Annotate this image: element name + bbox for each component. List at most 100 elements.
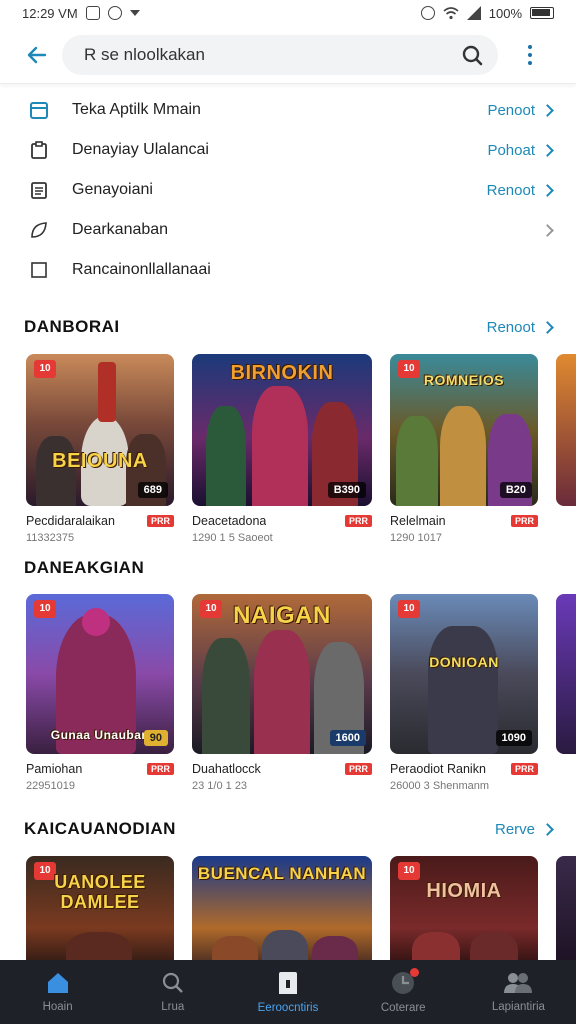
category-item[interactable]: Dearkanaban [0,210,576,250]
game-card[interactable]: 10 Gunaa Unauban 90 Pamiohan PRR 2295101… [26,594,174,792]
game-thumbnail[interactable]: 10 DONIOAN 1090 [390,594,538,754]
category-label: Genayoiani [72,181,153,198]
game-card[interactable]: 10 ROMNEIOS B20 Relelmain PRR 1290 1017 [390,354,538,544]
category-item[interactable]: Denayiay Ulalancai Pohoat [0,130,576,170]
signal-icon [466,6,481,20]
nav-label: Lapiantiria [491,1001,545,1013]
game-thumbnail[interactable]: BIRNOKIN B390 [192,354,372,506]
game-tag: PRR [344,515,372,527]
game-card-peek[interactable] [556,354,576,506]
bottom-navigation: Hoain Lrua Eeroocntiris Coterare Lapiant… [0,960,576,1024]
search-bar[interactable] [62,34,498,75]
nav-item-search[interactable]: Lrua [115,960,230,1024]
alarm-icon [420,6,435,20]
game-thumbnail[interactable] [556,594,576,754]
game-card[interactable]: 10 HIOMIA [390,856,538,960]
overflow-menu-button[interactable] [510,35,550,75]
section-more-link[interactable]: Rerve [495,821,535,838]
search-icon [162,972,183,993]
game-thumbnail[interactable]: 10 NAIGAN 1600 [192,594,372,754]
game-art-title: UANOLEE DAMLEE [54,872,146,912]
game-price: B20 [499,482,532,498]
game-tag: PRR [146,515,174,527]
nav-item-people[interactable]: Lapiantiria [461,960,576,1024]
game-thumbnail[interactable] [556,354,576,506]
game-card[interactable]: BIRNOKIN B390 Deacetadona PRR 1290 1 5 S… [192,354,372,544]
category-action[interactable]: Pohoat [487,142,535,159]
chevron-right-icon [541,223,554,237]
nav-item-bookmarks[interactable]: Eeroocntiris [230,960,345,1024]
game-art-title: BUENCAL NANHAN [197,864,367,883]
chevron-right-icon [541,103,554,117]
category-list: Teka Aptilk Mmain Penoot Denayiay Ulalan… [0,90,576,290]
nav-item-apps[interactable]: Coterare [346,960,461,1024]
category-item[interactable]: Teka Aptilk Mmain Penoot [0,90,576,130]
game-price: 689 [137,482,168,498]
game-card[interactable]: 10 DONIOAN 1090 Peraodiot Ranikn PRR 260… [390,594,538,792]
chevron-right-icon [541,143,554,157]
category-action[interactable]: Renoot [487,182,535,199]
game-card-peek[interactable] [556,856,576,960]
document-icon [28,179,50,201]
nav-label: Eeroocntiris [257,1002,319,1014]
section-header: DANBORAI Renoot [0,312,576,342]
search-button[interactable] [456,39,488,71]
bookmark-icon [279,972,297,994]
game-price: 1090 [495,730,532,746]
category-item[interactable]: Rancainonllallanaai [0,250,576,290]
game-name: Duahatlocck [192,762,261,776]
nav-item-home[interactable]: Hoain [0,960,115,1024]
game-price: 1600 [329,730,366,746]
back-button[interactable] [12,35,62,75]
status-bar: 12:29 VM 100% [0,0,576,26]
game-thumbnail[interactable]: 10 UANOLEE DAMLEE [26,856,174,960]
section-header: DANEAKGIAN [0,553,576,583]
game-badge: 10 [34,600,56,618]
battery-percent: 100% [488,5,522,21]
square-icon [28,259,50,281]
category-label: Rancainonllallanaai [72,261,211,278]
status-time: 12:29 VM [22,5,78,21]
category-action[interactable]: Penoot [487,102,535,119]
nav-label: Coterare [380,1002,426,1014]
game-card[interactable]: 10 UANOLEE DAMLEE [26,856,174,960]
game-meta: 26000 3 Shenmanm [390,780,490,792]
wifi-icon [443,7,459,20]
game-thumbnail[interactable]: 10 Gunaa Unauban 90 [26,594,174,754]
game-art-title: BIRNOKIN [230,362,334,384]
game-meta: 1290 1 5 Saoeot [192,532,273,544]
section-more-link[interactable]: Renoot [487,319,535,336]
game-card[interactable]: 10 NAIGAN 1600 Duahatlocck PRR 23 1/0 1 … [192,594,372,792]
notification-dot [409,968,419,977]
chevron-right-icon [541,183,554,197]
game-card[interactable]: 10 BEIOUNA 689 Pecdidaralaikan PRR 11332… [26,354,174,544]
game-art-title: HIOMIA [426,880,502,902]
game-card[interactable]: BUENCAL NANHAN [192,856,372,960]
chevron-right-icon[interactable] [541,320,554,334]
nav-label: Hoain [42,1001,73,1013]
section-title: DANEAKGIAN [24,558,145,577]
chevron-right-icon[interactable] [541,822,554,836]
game-row: 10 BEIOUNA 689 Pecdidaralaikan PRR 11332… [0,354,576,564]
game-thumbnail[interactable]: BUENCAL NANHAN [192,856,372,960]
game-card-peek[interactable] [556,594,576,754]
category-label: Dearkanaban [72,221,169,238]
category-item[interactable]: Genayoiani Renoot [0,170,576,210]
leaf-icon [28,219,50,241]
game-thumbnail[interactable]: 10 BEIOUNA 689 [26,354,174,506]
clipboard-icon [28,139,50,161]
game-name: Pecdidaralaikan [26,514,115,528]
game-thumbnail[interactable]: 10 ROMNEIOS B20 [390,354,538,506]
game-badge: 10 [398,600,420,618]
game-thumbnail[interactable] [556,856,576,960]
game-name: Deacetadona [192,514,267,528]
dot [528,44,532,49]
game-tag: PRR [510,515,538,527]
game-art-title: ROMNEIOS [423,372,505,388]
game-thumbnail[interactable]: 10 HIOMIA [390,856,538,960]
search-input[interactable] [84,44,456,65]
game-meta: 23 1/0 1 23 [192,780,248,792]
sync-icon [107,6,122,20]
section-header: KAICAUANODIAN Rerve [0,814,576,844]
game-badge: 10 [34,360,56,378]
